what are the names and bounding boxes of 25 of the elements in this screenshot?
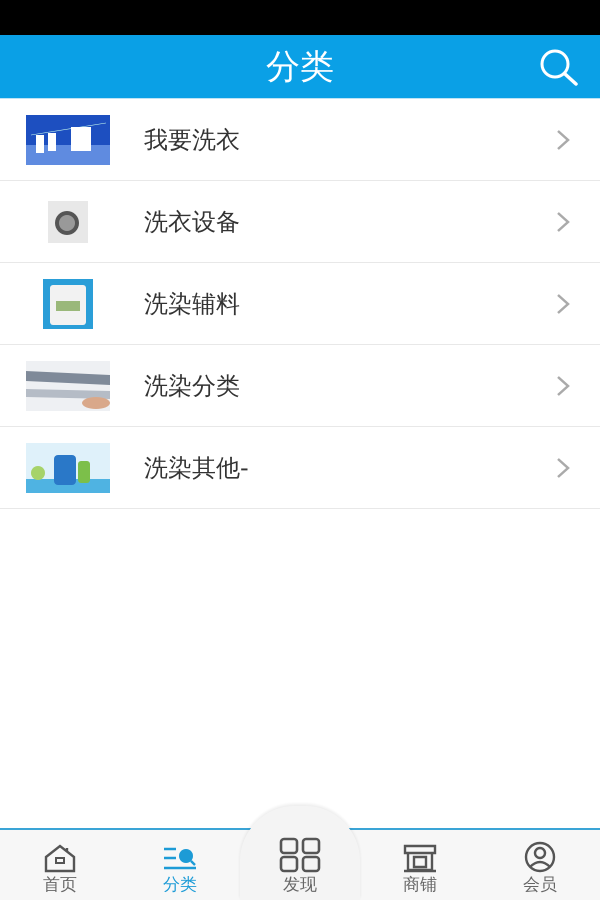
chevron-icon (556, 210, 570, 232)
search-button[interactable] (538, 47, 580, 87)
grid-icon (279, 837, 321, 873)
category-label: 洗衣设备 (144, 206, 241, 238)
chevron-icon (556, 128, 570, 150)
category-row[interactable]: 洗染其他- (0, 427, 600, 509)
shop-icon (402, 843, 438, 873)
chevron-icon (556, 292, 570, 314)
user-icon (522, 841, 558, 873)
category-row[interactable]: 洗衣设备 (0, 181, 600, 263)
nav-tab[interactable]: 首页 (0, 830, 120, 900)
chevron-icon (556, 374, 570, 396)
nav-tab[interactable]: 会员 (480, 830, 600, 900)
category-label: 洗染辅料 (144, 288, 241, 320)
category-label: 我要洗衣 (144, 124, 241, 156)
page-title: 分类 (266, 46, 334, 88)
category-row[interactable]: 洗染分类 (0, 345, 600, 427)
nav-tab[interactable]: 商铺 (360, 830, 480, 900)
category-row[interactable]: 我要洗衣 (0, 99, 600, 181)
home-icon (42, 843, 78, 873)
category-label: 洗染其他- (144, 452, 250, 484)
category-label: 洗染分类 (144, 370, 241, 402)
category-row[interactable]: 洗染辅料 (0, 263, 600, 345)
chevron-icon (556, 456, 570, 478)
nav-tab[interactable]: 发现 (240, 806, 360, 900)
